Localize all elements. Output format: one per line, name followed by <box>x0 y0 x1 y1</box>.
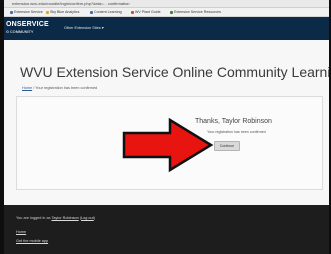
browser-window: extension.wvu.edu/moodle/login/confirm.p… <box>4 0 329 254</box>
site-footer: You are logged in as Taylor Robinson (Lo… <box>4 205 329 254</box>
mobile-app-link[interactable]: Get the mobile app <box>16 239 48 243</box>
footer-home-link[interactable]: Home <box>16 230 26 234</box>
red-arrow-shape <box>122 117 214 173</box>
logout-link[interactable]: Log out <box>81 216 94 220</box>
login-info-prefix: You are logged in as <box>16 216 52 220</box>
user-profile-link[interactable]: Taylor Robinson <box>51 216 78 220</box>
login-info: You are logged in as Taylor Robinson (Lo… <box>16 216 95 220</box>
